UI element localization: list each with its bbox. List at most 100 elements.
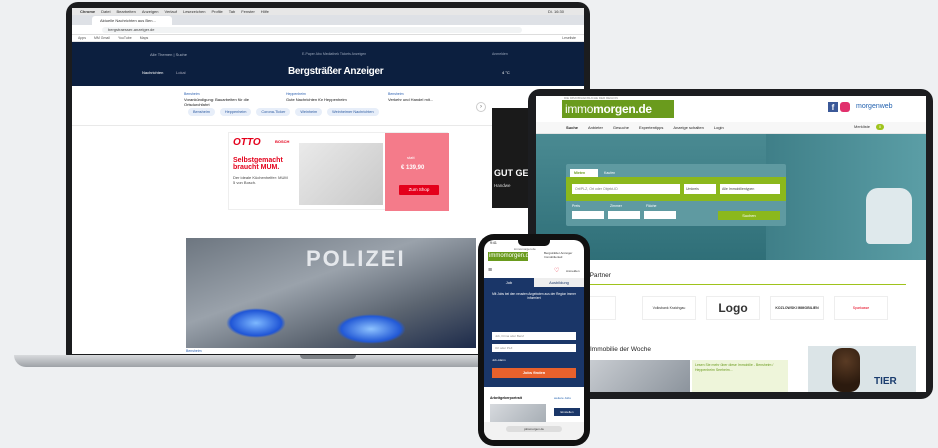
hero-image-police[interactable]: POLIZEI bbox=[186, 238, 476, 348]
facebook-icon[interactable]: f bbox=[828, 102, 838, 112]
einstellen-button[interactable]: Einstellen bbox=[554, 408, 580, 416]
partner-logo[interactable]: Logo bbox=[706, 296, 760, 320]
search-tab-kaufen[interactable]: Kaufen bbox=[600, 169, 628, 177]
blue-light bbox=[336, 314, 406, 344]
job-alarm-checkbox[interactable]: Job-Alarm bbox=[492, 358, 506, 362]
tab-job[interactable]: Job bbox=[484, 278, 534, 287]
nav-expertentipps[interactable]: Expertentipps bbox=[639, 125, 663, 130]
mac-menu-6[interactable]: Profile bbox=[211, 9, 222, 14]
bookmark-apps[interactable]: Apps bbox=[78, 36, 86, 40]
chip-1[interactable]: Heppenheim bbox=[219, 108, 252, 116]
morgenweb-logo[interactable]: morgenweb bbox=[856, 103, 893, 110]
browser-tab[interactable]: Aktuelle Nachrichten aus Ben... bbox=[92, 16, 172, 25]
mac-menu-0[interactable]: Chrome bbox=[80, 9, 95, 14]
hamburger-icon[interactable]: ≡ bbox=[488, 267, 492, 274]
bookmarks-bar: Apps MM Gmail YouTube Maps Leseliste bbox=[72, 35, 584, 42]
label-area: Fläche bbox=[646, 204, 657, 208]
partner-logo[interactable]: Sparkasse bbox=[834, 296, 888, 320]
nav-suche[interactable]: Suche bbox=[566, 125, 578, 130]
zum-shop-button[interactable]: Zum Shop bbox=[399, 185, 439, 195]
type-select[interactable]: Alle Immobilientypen bbox=[720, 184, 780, 194]
bookmark-maps[interactable]: Maps bbox=[140, 36, 149, 40]
weather-widget[interactable]: 4 °C bbox=[502, 70, 510, 75]
bookmark-reading-list[interactable]: Leseliste bbox=[562, 36, 576, 40]
rooms-select[interactable] bbox=[608, 211, 640, 219]
nav-anbieter[interactable]: Anbieter bbox=[588, 125, 603, 130]
address-bar[interactable]: bergstraesser-anzeiger.de bbox=[102, 27, 522, 33]
chip-0[interactable]: Bensheim bbox=[188, 108, 215, 116]
mac-menu-8[interactable]: Fenster bbox=[241, 9, 255, 14]
mac-menu-2[interactable]: Bearbeiten bbox=[116, 9, 135, 14]
area-select[interactable] bbox=[644, 211, 676, 219]
nav-anzeige-schalten[interactable]: Anzeige schalten bbox=[673, 125, 703, 130]
ticker-title: Verkehr und Handel mit... bbox=[388, 97, 434, 102]
site-logo[interactable]: Bergsträßer Anzeiger bbox=[288, 66, 384, 77]
job-search-intro: Mit Jobs bei den neusten Angeboten aus d… bbox=[492, 292, 576, 300]
ticker-title: Gute Nachrichten für Heppenheim bbox=[286, 97, 347, 102]
bookmark-youtube[interactable]: YouTube bbox=[118, 36, 132, 40]
header-tab-news[interactable]: Nachrichten bbox=[142, 70, 163, 75]
header-tab-local[interactable]: Lokal bbox=[176, 70, 186, 75]
bookmark-gmail[interactable]: MM Gmail bbox=[94, 36, 110, 40]
ad-headline: Selbstgemacht braucht MUM. bbox=[233, 157, 283, 171]
mac-menubar: Chrome Datei Bearbeiten Anzeigen Verlauf… bbox=[72, 8, 584, 15]
mac-clock: Di. 16:30 bbox=[547, 9, 564, 14]
phone-logo[interactable]: immomorgen.de bbox=[488, 252, 532, 261]
section-link[interactable]: weitere Jobs bbox=[554, 396, 571, 400]
tab-ausbildung[interactable]: Ausbildung bbox=[534, 278, 584, 287]
location-input[interactable]: Ort/PLZ, Ort oder Objekt-ID bbox=[572, 184, 680, 194]
ticker-item[interactable]: Heppenheim Gute Nachrichten für Heppenhe… bbox=[286, 92, 374, 102]
nav-gesuche[interactable]: Gesuche bbox=[613, 125, 629, 130]
dog-image bbox=[832, 348, 860, 392]
mac-menu-3[interactable]: Anzeigen bbox=[142, 9, 159, 14]
ticker-item[interactable]: Bensheim Verkehr und Handel mit... bbox=[388, 92, 476, 102]
laptop-notch bbox=[300, 355, 356, 359]
immomorgen-logo[interactable]: immomorgen.de bbox=[562, 100, 674, 118]
bottom-url-bar[interactable]: jobsmorgen.de bbox=[506, 426, 562, 432]
partner-logo[interactable]: Volksbank Kraichgau bbox=[642, 296, 696, 320]
nav-login[interactable]: Login bbox=[714, 125, 724, 130]
ad-price-label: statt bbox=[407, 155, 415, 160]
ticker-title: Vorankündigung: Bauarbeiten für die Orts… bbox=[184, 97, 249, 107]
employer-thumb[interactable] bbox=[490, 404, 546, 422]
partner-logo[interactable]: KOZLOWSKI IMMOBILIEN bbox=[770, 296, 824, 320]
side-ad-sub: Handwe bbox=[494, 183, 511, 188]
merkliste-link[interactable]: Merkliste bbox=[854, 124, 870, 129]
mac-menu-5[interactable]: Lesezeichen bbox=[183, 9, 205, 14]
chip-3[interactable]: Weinheim bbox=[295, 108, 323, 116]
instagram-icon[interactable] bbox=[840, 102, 850, 112]
browser-tab-strip: Aktuelle Nachrichten aus Ben... bbox=[72, 15, 584, 25]
job-input[interactable]: Job, Firma oder Beruf bbox=[492, 332, 576, 340]
partners-divider bbox=[556, 284, 906, 285]
header-menu-search[interactable]: Alle Themen | Suche bbox=[150, 52, 187, 57]
phone-url[interactable]: immomorgen.de bbox=[514, 247, 536, 251]
heart-icon[interactable]: ♡ bbox=[554, 267, 559, 274]
mac-menu-4[interactable]: Verlauf bbox=[165, 9, 177, 14]
chip-4[interactable]: Weinheimer Nachrichten bbox=[327, 108, 379, 116]
mac-menu-1[interactable]: Datei bbox=[101, 9, 110, 14]
chevron-right-icon[interactable]: › bbox=[476, 102, 486, 112]
woche-image[interactable] bbox=[590, 360, 690, 392]
topic-chips: Bensheim Heppenheim Corona-Ticker Weinhe… bbox=[188, 108, 379, 116]
chip-2[interactable]: Corona-Ticker bbox=[256, 108, 291, 116]
woche-teaser[interactable]: Lesen Sie mehr über diese Immobilie - Be… bbox=[692, 360, 788, 392]
mac-menu-7[interactable]: Tab bbox=[229, 9, 235, 14]
mac-menu-9[interactable]: Hilfe bbox=[261, 9, 269, 14]
find-jobs-button[interactable]: Jobs finden bbox=[492, 368, 576, 378]
search-tab-mieten[interactable]: Mieten bbox=[570, 169, 598, 177]
hero-image-word: POLIZEI bbox=[306, 246, 406, 271]
tagline: DIE IMMOBILIENSUCHE DER REGION bbox=[564, 96, 618, 100]
radius-select[interactable]: Umkreis bbox=[684, 184, 716, 194]
price-select[interactable] bbox=[572, 211, 604, 219]
otto-ad-banner[interactable]: OTTO BOSCH Selbstgemacht braucht MUM. De… bbox=[228, 132, 449, 211]
tier-ad[interactable] bbox=[808, 346, 916, 392]
search-button[interactable]: Suchen bbox=[718, 211, 780, 220]
phone-header-ad: Bergsträßer Anzeiger Immobilienteil bbox=[544, 251, 573, 259]
header-service-nav[interactable]: E-Paper Abo Mediathek Tickets Anzeigen bbox=[302, 52, 366, 56]
ticker-item[interactable]: Bensheim Vorankündigung: Bauarbeiten für… bbox=[184, 92, 272, 107]
label-rooms: Zimmer bbox=[610, 204, 622, 208]
location-input[interactable]: Ort oder PLZ bbox=[492, 344, 576, 352]
armchair-image bbox=[866, 188, 912, 244]
phone-login[interactable]: Anmelden bbox=[566, 269, 580, 273]
header-login[interactable]: Anmelden bbox=[492, 52, 508, 56]
